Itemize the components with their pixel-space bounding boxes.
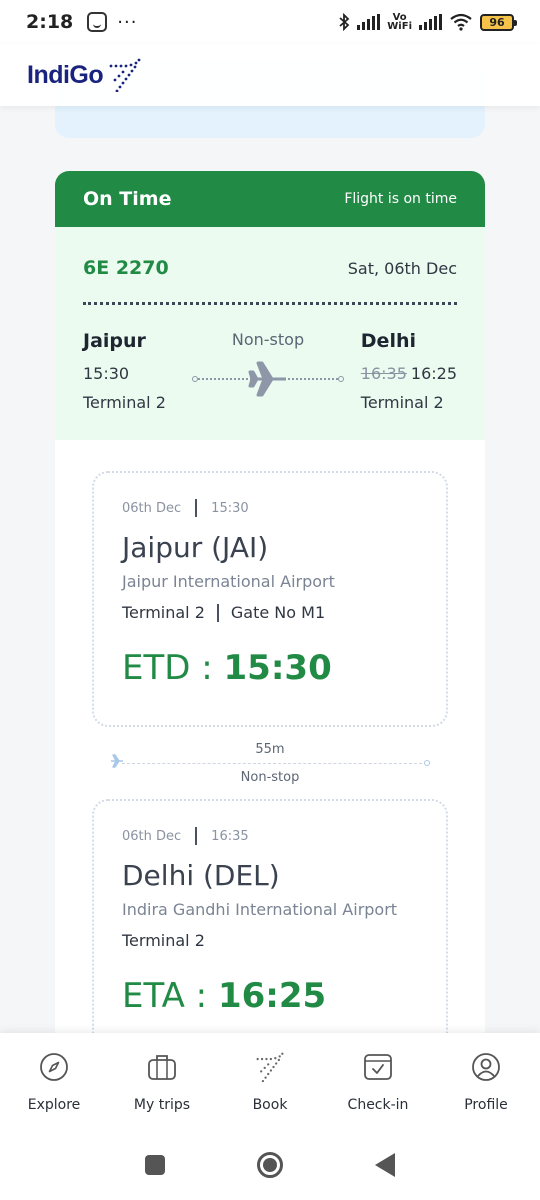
flight-status-strip: On Time Flight is on time [55,171,485,227]
nav-profile[interactable]: Profile [432,1033,540,1129]
flight-date: Sat, 06th Dec [347,258,457,278]
flight-status-card: On Time Flight is on time 6E 2270 Sat, 0… [55,171,485,1071]
indigo-logo[interactable]: IndiGo [27,61,104,90]
nav-profile-label: Profile [464,1097,508,1113]
system-navigation [0,1129,540,1200]
departure-segment-card: 06th Dec 15:30 Jaipur (JAI) Jaipur Inter… [92,471,448,727]
origin-city: Jaipur [83,330,146,352]
arrival-airport: Indira Gandhi International Airport [122,900,398,919]
signal-icon [357,14,381,30]
bottom-navigation: Explore My trips Book Check-in Profile [0,1033,540,1129]
nav-book-label: Book [252,1097,288,1113]
route-middle: Non-stop [188,330,348,397]
vowifi-icon: Vo WiFi [387,12,412,32]
arrival-segment-card: 06th Dec 16:35 Delhi (DEL) Indira Gandhi… [92,799,448,1071]
status-bar: 2:18 ··· Vo WiFi 96 [0,0,540,44]
destination-time: 16:25 [410,364,457,383]
airplane-icon [248,361,286,397]
arrival-terminal: Terminal 2 [122,931,205,950]
flight-status-title: On Time [83,188,172,210]
arrival-time: 16:35 [211,828,249,844]
arrival-date: 06th Dec [122,828,182,844]
recent-apps-icon[interactable] [145,1154,165,1175]
nav-my-trips-label: My trips [133,1097,191,1113]
app-header: IndiGo [0,44,540,106]
eta-value: 16:25 [217,976,327,1016]
departure-airport: Jaipur International Airport [122,572,335,591]
duration-line [122,763,422,764]
user-icon [472,1053,500,1081]
flight-number: 6E 2270 [83,257,169,279]
departure-gate: Gate No M1 [230,603,326,622]
duration-end-dot [424,760,430,766]
indigo-logo-mark-icon [109,58,141,92]
eta-label: ETA : [122,976,208,1016]
departure-time: 15:30 [211,500,249,516]
more-notifications-icon: ··· [117,11,138,33]
etd-display: ETD : 15:30 [122,648,418,688]
flight-status-note: Flight is on time [344,191,457,207]
battery-icon: 96 [480,13,517,31]
bluetooth-icon [339,13,350,31]
destination-old-time: 16:35 [360,364,407,383]
nav-check-in[interactable]: Check-in [324,1033,432,1129]
origin-block: Jaipur 15:30 Terminal 2 [83,330,166,412]
signal-icon-2 [419,14,442,30]
small-airplane-icon [111,754,123,768]
destination-block: Delhi 16:35 16:25 Terminal 2 [361,330,457,412]
flight-summary: 6E 2270 Sat, 06th Dec Jaipur 15:30 Termi… [55,227,485,440]
departure-date: 06th Dec [122,500,182,516]
route-line-left [198,378,248,380]
status-time: 2:18 [26,11,74,33]
route-line-right [288,378,338,380]
wifi-icon [450,13,472,31]
arrival-city: Delhi (DEL) [122,859,280,892]
departure-city: Jaipur (JAI) [122,531,269,564]
route-type: Non-stop [231,330,305,349]
duration-type: Non-stop [230,770,310,785]
departure-terminal: Terminal 2 [122,603,205,622]
home-icon[interactable] [257,1151,283,1178]
suitcase-icon [148,1055,176,1080]
nav-check-in-label: Check-in [347,1097,409,1113]
nav-explore-label: Explore [27,1097,81,1113]
destination-city: Delhi [360,330,416,352]
separator [195,499,198,517]
route-end-dot [338,376,344,382]
flight-duration: 55m Non-stop [110,736,430,786]
origin-time: 15:30 [83,364,130,383]
origin-terminal: Terminal 2 [83,393,166,412]
route-summary: Jaipur 15:30 Terminal 2 Non-stop Delhi 1… [83,330,457,412]
separator [216,603,219,622]
back-icon[interactable] [375,1152,395,1177]
etd-label: ETD : [122,648,213,688]
notification-face-icon [87,12,108,32]
eta-display: ETA : 16:25 [122,976,418,1016]
nav-explore[interactable]: Explore [0,1033,108,1129]
dotted-divider [83,302,457,305]
etd-value: 15:30 [223,648,332,688]
nav-book[interactable]: Book [216,1033,324,1129]
compass-icon [40,1053,68,1081]
duration-time: 55m [230,742,310,757]
separator [195,827,198,845]
nav-my-trips[interactable]: My trips [108,1033,216,1129]
destination-terminal: Terminal 2 [360,393,444,412]
boarding-pass-icon [364,1054,392,1080]
plane-dots-icon [256,1052,284,1082]
